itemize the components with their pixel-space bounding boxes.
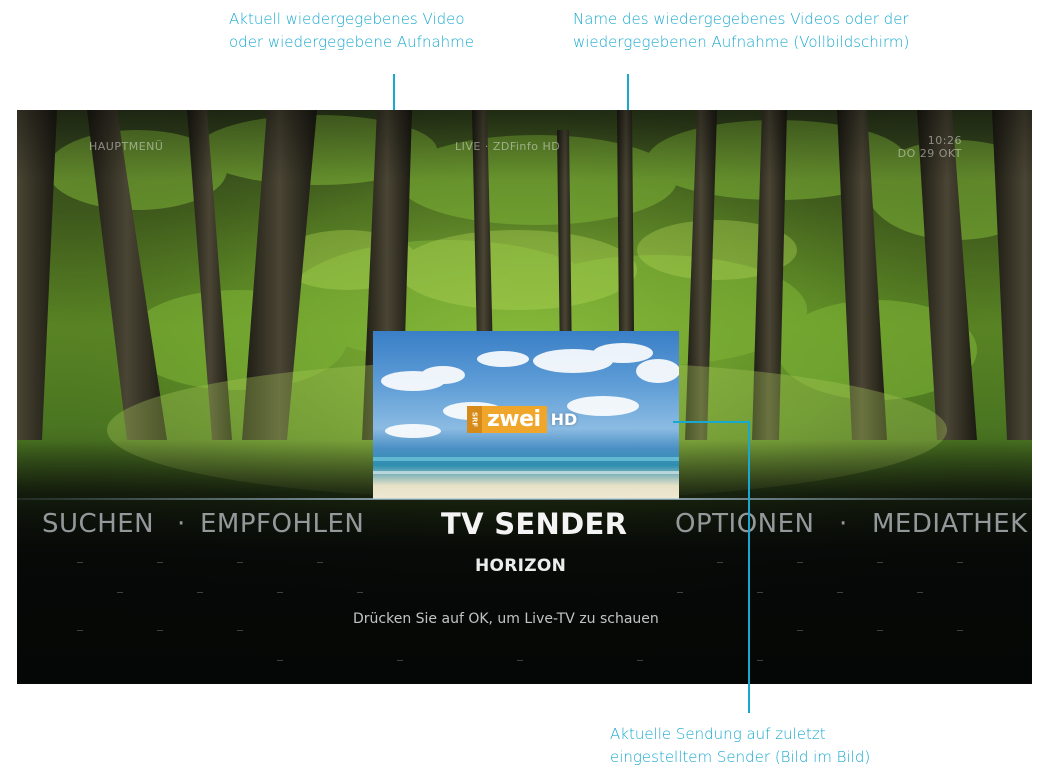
menu-divider	[17, 498, 1032, 500]
hud-time: 10:26	[927, 134, 962, 147]
hud-date: DO 29 OKT	[897, 147, 962, 160]
menu-item-suchen[interactable]: SUCHEN	[42, 509, 154, 539]
tv-screen: HAUPTMENÜ LIVE · ZDFinfo HD 10:26 DO 29 …	[17, 110, 1032, 684]
dot-grid	[77, 562, 963, 661]
hud-clock: 10:26 DO 29 OKT	[898, 134, 962, 160]
picture-in-picture[interactable]: SRF zwei HD	[373, 331, 679, 499]
callout-line: oder wiedergegebene Aufnahme	[229, 33, 474, 51]
callout-line: Name des wiedergegebenes Videos oder der	[573, 10, 909, 28]
callout-line: Aktuell wiedergegebenes Video	[229, 10, 465, 28]
callout-leader-pip-v	[748, 421, 750, 713]
menu-item-empfohlen[interactable]: EMPFOHLEN	[200, 509, 364, 539]
menu-item-mediathek[interactable]: MEDIATHEK	[872, 509, 1028, 539]
menu-separator: ·	[839, 509, 848, 539]
hud-main-menu: HAUPTMENÜ	[89, 140, 164, 153]
menu-item-tv-sender[interactable]: TV SENDER	[441, 507, 627, 541]
channel-logo: SRF zwei HD	[467, 406, 581, 433]
callout-pip-program: Aktuelle Sendung auf zuletzt eingestellt…	[610, 723, 870, 769]
callout-line: Aktuelle Sendung auf zuletzt	[610, 725, 826, 743]
callout-current-video: Aktuell wiedergegebenes Video oder wiede…	[229, 8, 474, 54]
callout-line: wiedergegebenen Aufnahme (Vollbildschirm…	[573, 33, 910, 51]
hud-now-playing: LIVE · ZDFinfo HD	[455, 140, 561, 153]
channel-logo-suffix: HD	[550, 410, 578, 429]
menu-separator: ·	[177, 509, 186, 539]
callout-leader-pip-h	[673, 421, 750, 423]
channel-logo-prefix: SRF	[467, 406, 482, 433]
callout-line: eingestelltem Sender (Bild im Bild)	[610, 748, 871, 766]
menu-item-optionen[interactable]: OPTIONEN	[675, 509, 814, 539]
channel-logo-name: zwei	[482, 406, 547, 433]
callout-video-name: Name des wiedergegebenes Videos oder der…	[573, 8, 909, 54]
